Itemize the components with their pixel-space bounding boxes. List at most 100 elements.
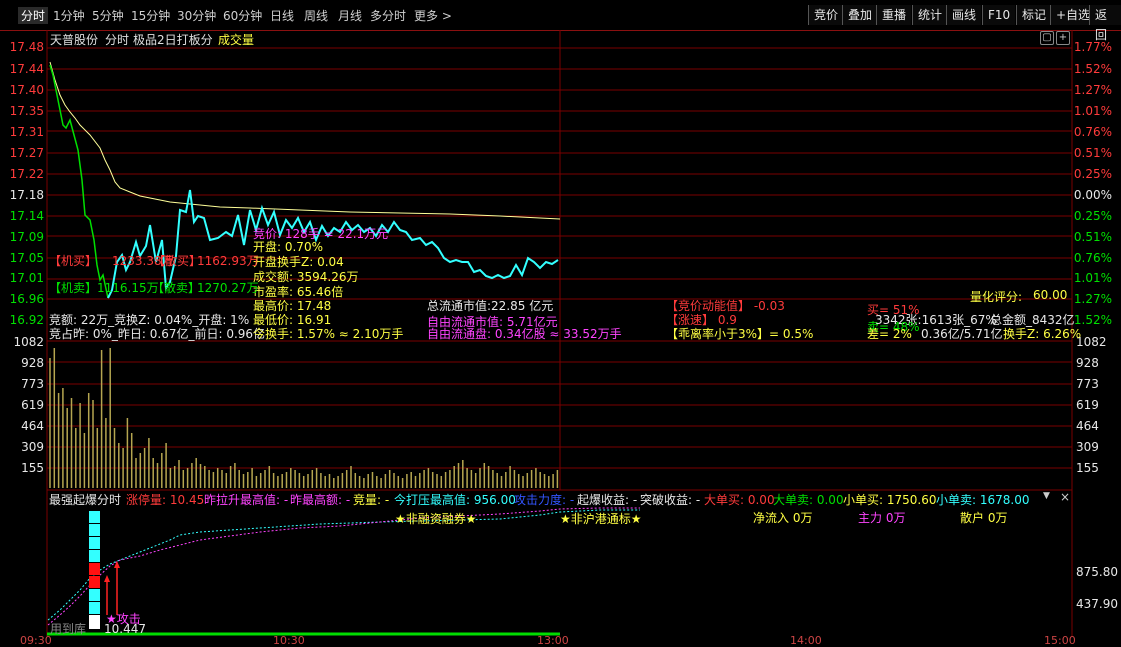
vol-tick-right: 619	[1076, 398, 1099, 412]
pct-tick: 0.25%	[1073, 209, 1112, 223]
time-0930: 09:30	[20, 634, 52, 647]
formula-name: 极品2日打板分	[133, 33, 213, 47]
block-8	[89, 602, 100, 614]
yongtu-text: 用到库	[50, 622, 87, 636]
price-tick: 16.92	[9, 313, 44, 327]
block-2	[89, 524, 100, 536]
block-1	[89, 511, 100, 523]
qibao-text: 起爆收益: -	[577, 493, 638, 507]
price-tick: 17.18	[9, 188, 44, 202]
pct-tick: 0.51%	[1073, 146, 1112, 160]
ziyou-liutong-pan-text: 自由流通盘: 0.34亿股 ≈ 33.52万手	[427, 327, 622, 341]
xiaodanmai2-text: 小单卖: 1678.00	[936, 493, 1030, 507]
zuigaogao-text: 昨最高额: -	[290, 493, 351, 507]
bottom-title: 最强起爆分时	[49, 493, 122, 507]
zhangting-text: 涨停量: 10.45	[126, 493, 205, 507]
bottom-axis-2: 437.90	[1076, 597, 1118, 611]
sanhu-text: 散户 0万	[960, 511, 1008, 525]
vol-tick-right: 773	[1076, 377, 1099, 391]
gongjili-text: 攻击力度: -	[514, 493, 575, 507]
vol-tick-right: 928	[1076, 356, 1099, 370]
zuolasheng-text: 昨拉升最高值: -	[204, 493, 289, 507]
price-tick: 17.27	[9, 146, 44, 160]
pct-tick: 1.77%	[1073, 40, 1112, 54]
pct-tick: 0.51%	[1073, 230, 1112, 244]
hugutong-text: ★非沪港通标★	[560, 512, 642, 526]
price-tick: 16.96	[9, 292, 44, 306]
dadanmai2-text: 大单卖: 0.00	[773, 493, 844, 507]
block-3	[89, 537, 100, 549]
price-tick: 17.22	[9, 167, 44, 181]
price-tick: 17.05	[9, 251, 44, 265]
block-6	[89, 576, 100, 588]
lianghua-val: 60.00	[1033, 288, 1068, 302]
pct-tick: 1.27%	[1073, 83, 1112, 97]
jingliuru-text: 净流入 0万	[753, 511, 813, 525]
time-1500: 15:00	[1044, 634, 1076, 647]
vol-tick: 464	[21, 419, 44, 433]
vol-tick: 1082	[13, 335, 44, 349]
pct-tick: 0.76%	[1073, 125, 1112, 139]
pct-tick: 1.52%	[1073, 62, 1112, 76]
close-icon[interactable]: ×	[1060, 490, 1070, 504]
pct-tick: 0.76%	[1073, 251, 1112, 265]
vol-tick: 309	[21, 440, 44, 454]
jin-huan-text: 今换手: 1.57% ≈ 2.10万手	[253, 327, 404, 341]
lianghua-label: 量化评分:	[970, 290, 1023, 304]
stock-name: 天普股份	[50, 33, 99, 47]
sanmai2-tag: 【散卖】	[152, 281, 201, 295]
sanmai-val: 1162.93万	[197, 254, 259, 268]
sanmai-tag: 【散买】	[153, 254, 202, 268]
vol-tick-right: 309	[1076, 440, 1099, 454]
price-tick: 17.48	[9, 40, 44, 54]
volume-label: 成交量	[218, 33, 255, 47]
time-1030: 10:30	[273, 634, 305, 647]
guali-text: 【乖离率小于3%】= 0.5%	[666, 327, 814, 341]
block-9	[89, 615, 100, 629]
pct-tick: 1.01%	[1073, 104, 1112, 118]
block-5	[89, 563, 100, 575]
jingliang-text: 竞量: -	[353, 493, 390, 507]
sanmai2-val: 1270.27万	[197, 281, 259, 295]
huanshouz-text: 换手Z: 6.26%	[1003, 327, 1082, 341]
cha-text: 差= 2%	[867, 327, 912, 341]
price-tick: 17.09	[9, 230, 44, 244]
zhuli-text: 主力 0万	[858, 511, 906, 525]
dadanmai-text: 大单买: 0.00	[704, 493, 775, 507]
restore-icon[interactable]: ▢	[1040, 31, 1054, 45]
dropdown-icon[interactable]: ▼	[1043, 491, 1050, 501]
vol-tick-right: 464	[1076, 419, 1099, 433]
price-tick: 17.14	[9, 209, 44, 223]
vol-tick-right: 155	[1076, 461, 1099, 475]
pct-tick: 0.00%	[1073, 188, 1112, 202]
jimai2-tag: 【机卖】	[49, 281, 98, 295]
jimai-tag: 【机买】	[49, 254, 98, 268]
tupo-text: 突破收益: -	[640, 493, 701, 507]
time-1300: 13:00	[537, 634, 569, 647]
block-4	[89, 550, 100, 562]
zong-liutong-text: 总流通市值:22.85 亿元	[427, 299, 554, 313]
pct-tick: 1.27%	[1073, 292, 1112, 306]
chart-mode: 分时	[105, 33, 130, 47]
vol-tick: 773	[21, 377, 44, 391]
vol-tick: 928	[21, 356, 44, 370]
price-tick: 17.44	[9, 62, 44, 76]
vol-tick: 619	[21, 398, 44, 412]
jindaya-text: 今打压最高值: 956.00	[394, 493, 516, 507]
time-1400: 14:00	[790, 634, 822, 647]
price-tick: 17.01	[9, 271, 44, 285]
pct-tick: 0.25%	[1073, 167, 1112, 181]
liutong2-text: 0.36亿/5.71亿	[921, 327, 1003, 341]
block-7	[89, 589, 100, 601]
price-tick: 17.31	[9, 125, 44, 139]
xiaodanmai-text: 小单买: 1750.60	[843, 493, 937, 507]
bottom-axis-1: 875.80	[1076, 565, 1118, 579]
pct-tick: 1.01%	[1073, 271, 1112, 285]
val447-text: 10.447	[104, 622, 146, 636]
price-tick: 17.40	[9, 83, 44, 97]
vol-tick: 155	[21, 461, 44, 475]
rongzi-text: ★非融资融券★	[395, 512, 477, 526]
jimai2-val: 1116.15万	[97, 281, 159, 295]
price-tick: 17.35	[9, 104, 44, 118]
jing-zhan-text: 竞占昨: 0%_昨日: 0.67亿_前日: 0.96亿	[49, 327, 266, 341]
